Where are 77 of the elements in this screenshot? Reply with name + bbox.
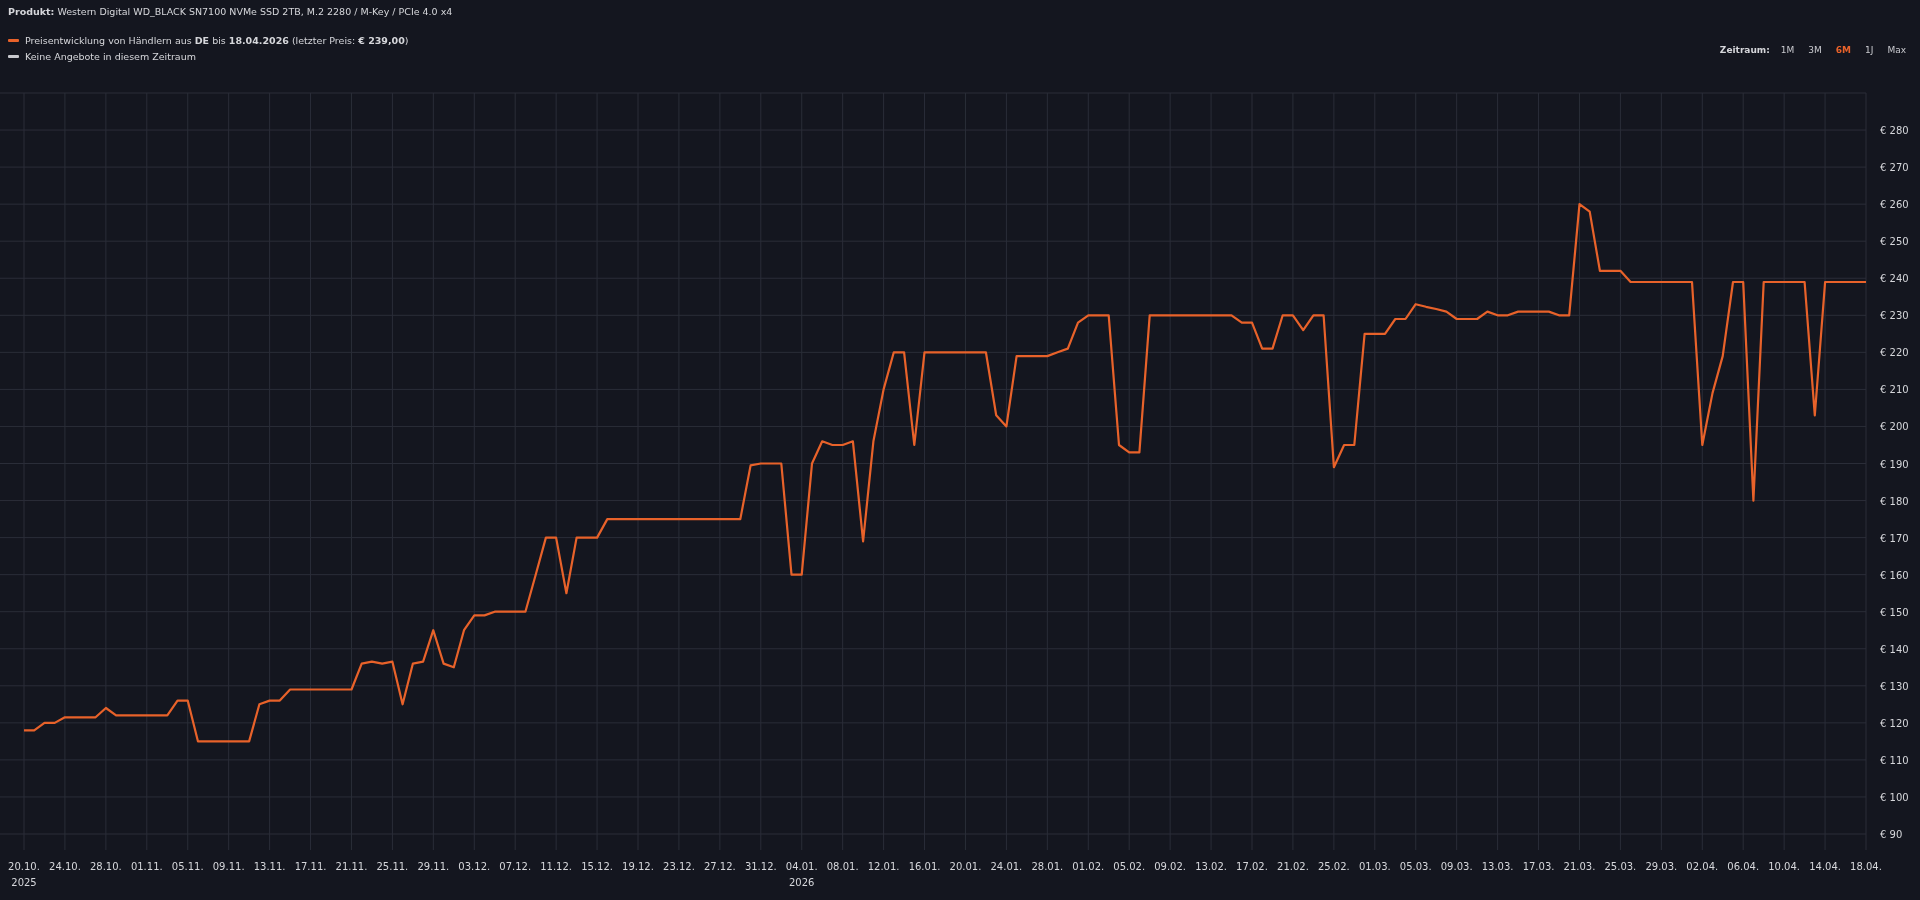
x-tick-label: 04.01. [785, 861, 818, 872]
x-tick-label: 03.12. [458, 861, 491, 872]
y-tick-label: € 110 [1880, 754, 1909, 766]
x-tick-label: 01.11. [130, 861, 163, 872]
x-tick-label: 02.04. [1686, 861, 1719, 872]
x-tick-label: 01.02. [1072, 861, 1105, 872]
timeframe-option[interactable]: 1J [1859, 45, 1880, 55]
x-tick-label: 28.10. [89, 861, 122, 872]
x-tick-label: 17.11. [294, 861, 327, 872]
y-tick-label: € 180 [1880, 495, 1909, 507]
y-tick-label: € 230 [1880, 310, 1909, 322]
x-tick-label: 13.11. [253, 861, 286, 872]
year-label: 2025 [11, 877, 37, 888]
x-tick-label: 20.01. [949, 861, 982, 872]
y-tick-label: € 200 [1880, 421, 1909, 433]
x-tick-label: 25.11. [376, 861, 409, 872]
timeframe-option[interactable]: Max [1881, 45, 1912, 55]
x-tick-label: 19.12. [622, 861, 654, 872]
x-tick-label: 29.11. [417, 861, 450, 872]
y-tick-label: € 150 [1880, 606, 1909, 618]
y-tick-label: € 90 [1880, 829, 1903, 840]
x-tick-label: 06.04. [1727, 861, 1760, 872]
x-tick-label: 13.02. [1195, 861, 1227, 872]
x-tick-label: 07.12. [499, 861, 532, 872]
x-tick-label: 29.03. [1645, 861, 1678, 872]
y-tick-label: € 190 [1880, 458, 1909, 470]
legend-label: Preisentwicklung von Händlern aus DE bis 18.04.2026 (letzter Preis: € 239,00) [25, 35, 409, 46]
x-tick-label: 09.11. [212, 861, 245, 872]
x-tick-label: 10.04. [1768, 861, 1801, 872]
y-tick-label: € 280 [1880, 125, 1909, 137]
legend-label: Keine Angebote in diesem Zeitraum [25, 51, 196, 62]
x-tick-label: 16.01. [908, 861, 941, 872]
x-tick-label: 13.03. [1481, 861, 1514, 872]
x-tick-label: 23.12. [663, 861, 695, 872]
y-tick-label: € 250 [1880, 236, 1909, 248]
year-label: 2026 [789, 877, 815, 888]
x-tick-label: 11.12. [540, 861, 573, 872]
x-tick-label: 14.04. [1809, 861, 1841, 872]
y-tick-label: € 140 [1880, 643, 1909, 655]
timeframe-label: Zeitraum: [1719, 45, 1770, 55]
x-tick-label: 21.11. [335, 861, 368, 872]
y-tick-label: € 120 [1880, 717, 1909, 729]
x-tick-label: 09.03. [1440, 861, 1473, 872]
x-tick-label: 01.03. [1358, 861, 1391, 872]
x-tick-label: 12.01. [867, 861, 900, 872]
y-tick-label: € 260 [1880, 199, 1909, 211]
x-tick-label: 05.02. [1113, 861, 1146, 872]
x-tick-label: 08.01. [826, 861, 859, 872]
x-tick-label: 31.12. [744, 861, 777, 872]
timeframe-option[interactable]: 3M [1802, 45, 1828, 55]
x-tick-label: 28.01. [1031, 861, 1064, 872]
x-tick-label: 25.03. [1604, 861, 1637, 872]
y-tick-label: € 240 [1880, 273, 1909, 285]
y-tick-label: € 270 [1880, 162, 1909, 174]
x-tick-label: 18.04. [1850, 861, 1882, 872]
x-tick-label: 24.10. [49, 861, 81, 872]
x-tick-label: 21.03. [1563, 861, 1596, 872]
y-tick-label: € 220 [1880, 347, 1909, 359]
x-tick-label: 21.02. [1277, 861, 1309, 872]
y-tick-label: € 130 [1880, 680, 1909, 692]
x-tick-label: 27.12. [703, 861, 736, 872]
timeframe-option[interactable]: 6M [1829, 45, 1857, 55]
product-title: Produkt: Western Digital WD_BLACK SN7100 NVMe SSD 2TB, M.2 2280 / M-Key / PCIe 4.0 x4 [8, 6, 453, 17]
timeframe-option[interactable]: 1M [1774, 45, 1801, 55]
x-tick-label: 25.02. [1317, 861, 1350, 872]
x-tick-label: 17.03. [1522, 861, 1555, 872]
y-tick-label: € 100 [1880, 791, 1909, 803]
y-tick-label: € 160 [1880, 569, 1909, 581]
x-tick-label: 05.11. [171, 861, 204, 872]
x-tick-label: 17.02. [1236, 861, 1268, 872]
x-tick-label: 09.02. [1154, 861, 1187, 872]
x-tick-label: 20.10. [8, 861, 40, 872]
x-tick-label: 24.01. [990, 861, 1023, 872]
x-tick-label: 15.12. [581, 861, 613, 872]
y-tick-label: € 170 [1880, 532, 1909, 544]
y-tick-label: € 210 [1880, 384, 1909, 396]
x-tick-label: 05.03. [1399, 861, 1432, 872]
